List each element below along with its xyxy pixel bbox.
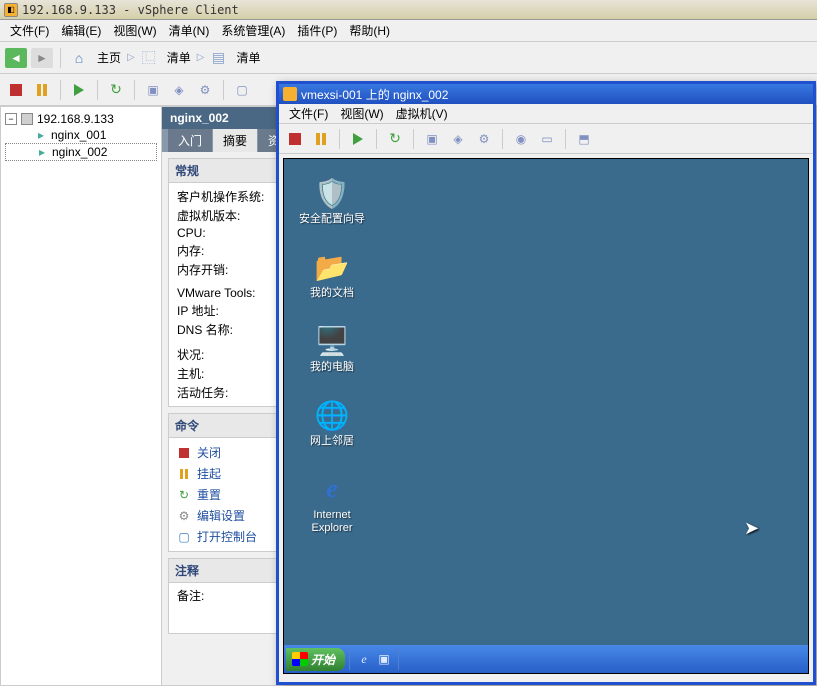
start-label: 开始 [311,651,335,668]
console-menu-view[interactable]: 视图(W) [334,103,389,124]
breadcrumb-arrow-icon: ▷ [127,52,135,63]
tree-vm-node-selected[interactable]: ▸ nginx_002 [5,143,157,161]
computer-icon: 🖥️ [314,323,350,359]
console-stop-button[interactable] [283,127,307,151]
snapshot-manager-button[interactable]: ◈ [167,78,191,102]
app-icon: ◧ [4,3,18,17]
tree-vm-node[interactable]: ▸ nginx_001 [5,127,157,143]
settings-icon: ⚙ [177,509,191,523]
console-snapmgr-button[interactable]: ◈ [446,127,470,151]
tree-root-node[interactable]: − 192.168.9.133 [5,111,157,127]
tab-summary[interactable]: 摘要 [213,129,257,152]
guest-desktop[interactable]: 🛡️ 安全配置向导 📂 我的文档 🖥️ 我的电脑 🌐 网上邻居 e Intern… [283,158,809,674]
console-titlebar[interactable]: vmexsi-001 上的 nginx_002 [279,84,813,104]
network-icon: 🌐 [314,397,350,433]
console-net-button[interactable]: ⬒ [572,127,596,151]
console-snapshot-button[interactable]: ▣ [420,127,444,151]
stop-icon [177,446,191,460]
window-titlebar: ◧ 192.168.9.133 - vSphere Client [0,0,817,20]
console-menu-vm[interactable]: 虚拟机(V) [390,103,454,124]
separator [339,129,340,149]
window-title: 192.168.9.133 - vSphere Client [22,3,239,17]
start-button[interactable]: 开始 [286,648,345,671]
menu-inventory[interactable]: 清单(N) [163,20,216,41]
play-button[interactable] [67,78,91,102]
separator [502,129,503,149]
console-snap3-button[interactable]: ⚙ [472,127,496,151]
inventory-label-1[interactable]: 清单 [163,49,195,66]
menu-help[interactable]: 帮助(H) [343,20,396,41]
tab-getting-started[interactable]: 入门 [168,129,212,152]
refresh-icon: ↻ [177,488,191,502]
separator [134,80,135,100]
quick-launch-desktop[interactable]: ▣ [374,649,394,669]
pause-button[interactable] [30,78,54,102]
nav-forward-button[interactable]: ► [30,46,54,70]
separator [60,80,61,100]
nav-back-button[interactable]: ◄ [4,46,28,70]
separator [413,129,414,149]
menu-view[interactable]: 视图(W) [107,20,162,41]
breadcrumb-arrow-icon: ▷ [197,52,205,63]
console-play-button[interactable] [346,127,370,151]
nav-toolbar: ◄ ► ⌂ 主页 ▷ ⿺ 清单 ▷ ▤ 清单 [0,42,817,74]
ie-icon: e [314,471,350,507]
console-title-text: vmexsi-001 上的 nginx_002 [301,86,448,103]
collapse-icon[interactable]: − [5,113,17,125]
console-pause-button[interactable] [309,127,333,151]
refresh-button[interactable]: ↻ [104,78,128,102]
console-refresh-button[interactable]: ↻ [383,127,407,151]
stop-button[interactable] [4,78,28,102]
settings-button[interactable]: ⚙ [193,78,217,102]
desktop-icon-my-computer[interactable]: 🖥️ 我的电脑 [296,323,368,374]
host-icon [19,112,35,126]
desktop-icon-my-documents[interactable]: 📂 我的文档 [296,249,368,300]
separator [565,129,566,149]
menu-file[interactable]: 文件(F) [4,20,55,41]
separator [223,80,224,100]
menu-plugins[interactable]: 插件(P) [291,20,343,41]
guest-taskbar: 开始 e ▣ [284,645,808,673]
console-app-icon [283,87,297,101]
inventory-button-2[interactable]: ▤ [206,46,230,70]
separator [349,648,350,670]
separator [60,48,61,68]
wizard-icon: 🛡️ [314,175,350,211]
console-cd-button[interactable]: ◉ [509,127,533,151]
documents-icon: 📂 [314,249,350,285]
snapshot-button[interactable]: ▣ [141,78,165,102]
console-floppy-button[interactable]: ▭ [535,127,559,151]
separator [398,648,399,670]
console-toolbar: ↻ ▣ ◈ ⚙ ◉ ▭ ⬒ [279,124,813,154]
desktop-icon-network[interactable]: 🌐 网上邻居 [296,397,368,448]
inventory-label-2[interactable]: 清单 [232,49,264,66]
desktop-icon-ie[interactable]: e Internet Explorer [296,471,368,535]
tree-root-label: 192.168.9.133 [37,112,114,126]
vm-on-icon: ▸ [34,145,50,159]
inventory-tree: − 192.168.9.133 ▸ nginx_001 ▸ nginx_002 [0,106,162,686]
main-menubar: 文件(F) 编辑(E) 视图(W) 清单(N) 系统管理(A) 插件(P) 帮助… [0,20,817,42]
console-button[interactable]: ▢ [230,78,254,102]
vm-console-window: vmexsi-001 上的 nginx_002 文件(F) 视图(W) 虚拟机(… [276,81,816,685]
console-menubar: 文件(F) 视图(W) 虚拟机(V) [279,104,813,124]
separator [97,80,98,100]
vm-on-icon: ▸ [33,128,49,142]
separator [376,129,377,149]
windows-flag-icon [292,652,308,666]
inventory-button-1[interactable]: ⿺ [137,46,161,70]
console-menu-file[interactable]: 文件(F) [283,103,334,124]
desktop-icon-security-wizard[interactable]: 🛡️ 安全配置向导 [296,175,368,226]
tree-vm-label: nginx_002 [52,145,107,159]
home-button[interactable]: ⌂ [67,46,91,70]
home-label[interactable]: 主页 [93,49,125,66]
tree-vm-label: nginx_001 [51,128,106,142]
menu-edit[interactable]: 编辑(E) [55,20,107,41]
menu-admin[interactable]: 系统管理(A) [215,20,291,41]
quick-launch-ie[interactable]: e [354,649,374,669]
console-icon: ▢ [177,530,191,544]
pause-icon [177,467,191,481]
